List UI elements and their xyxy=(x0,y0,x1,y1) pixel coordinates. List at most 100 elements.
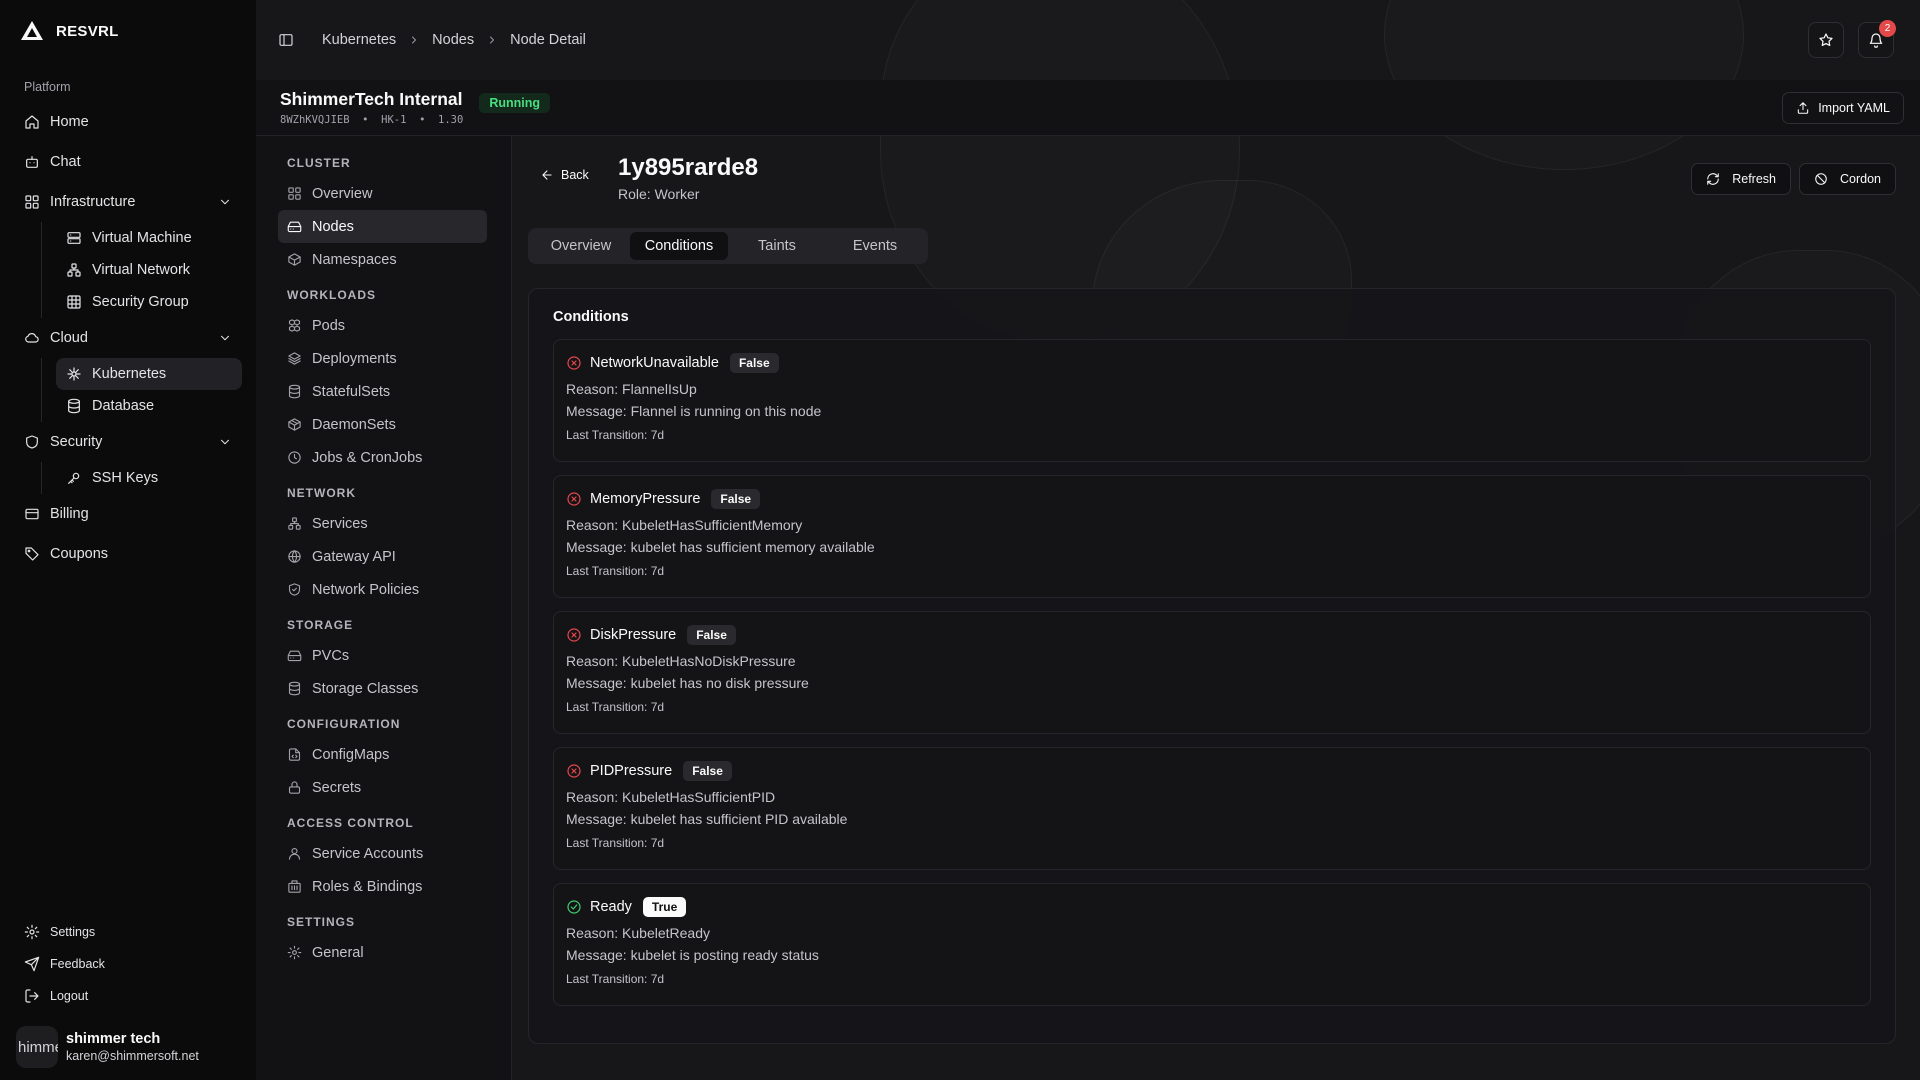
brand-logo-icon xyxy=(21,21,43,40)
sidebar-toggle-icon[interactable] xyxy=(278,32,294,48)
import-yaml-button[interactable]: Import YAML xyxy=(1782,91,1904,124)
tab-events[interactable]: Events xyxy=(826,232,924,260)
nav-item-feedback[interactable]: Feedback xyxy=(14,948,242,980)
nav-item-label: Settings xyxy=(50,925,96,939)
nav-item-cloud[interactable]: Cloud xyxy=(14,318,242,358)
nav-item-settings[interactable]: Settings xyxy=(14,916,242,948)
shield-check-icon xyxy=(288,583,301,596)
condition-message: Message: kubelet has no disk pressure xyxy=(566,675,809,691)
subnav-item-label: Network Policies xyxy=(312,581,420,598)
nav-item-billing[interactable]: Billing xyxy=(14,494,242,534)
subnav-item-deployments[interactable]: Deployments xyxy=(278,342,487,375)
subnav-group-label: WORKLOADS xyxy=(287,288,376,302)
cordon-button[interactable]: Cordon xyxy=(1799,163,1896,195)
section-label-platform: Platform xyxy=(24,80,71,94)
database-icon xyxy=(288,681,301,696)
topbar: Kubernetes Nodes Node Detail 2 xyxy=(256,0,1920,80)
subnav-item-secrets[interactable]: Secrets xyxy=(278,771,487,804)
condition-type: NetworkUnavailable xyxy=(590,355,719,371)
nav-item-security[interactable]: Security xyxy=(14,422,242,462)
node-role: Role: Worker xyxy=(618,186,700,202)
subnav-item-label: Deployments xyxy=(312,350,397,367)
condition-item: PIDPressure False Reason: KubeletHasSuff… xyxy=(553,747,1871,870)
subnav-item-storage-classes[interactable]: Storage Classes xyxy=(278,672,487,705)
condition-reason: Reason: KubeletHasSufficientPID xyxy=(566,789,776,805)
user-name: shimmer tech xyxy=(66,1031,161,1047)
subnav-item-pods[interactable]: Pods xyxy=(278,309,487,342)
nav-item-virtual-network[interactable]: Virtual Network xyxy=(56,254,242,286)
subnav-item-statefulsets[interactable]: StatefulSets xyxy=(278,375,487,408)
nav-item-label: Billing xyxy=(50,506,89,522)
nav-item-virtual-machine[interactable]: Virtual Machine xyxy=(56,222,242,254)
favorite-button[interactable] xyxy=(1808,22,1844,58)
database-icon xyxy=(68,398,80,414)
notification-count-badge: 2 xyxy=(1879,20,1896,37)
condition-header: Ready True xyxy=(566,896,1858,918)
subnav-item-general[interactable]: General xyxy=(278,936,487,969)
cluster-info: ShimmerTech Internal 8WZhKVQJIEB • HK-1 … xyxy=(280,89,463,126)
user-profile[interactable]: himme shimmer tech karen@shimmersoft.net xyxy=(14,1012,242,1068)
tab-overview[interactable]: Overview xyxy=(532,232,630,260)
chevron-down-icon xyxy=(220,335,230,341)
subnav-item-pvcs[interactable]: PVCs xyxy=(278,639,487,672)
tab-taints[interactable]: Taints xyxy=(728,232,826,260)
subnav-item-label: Roles & Bindings xyxy=(312,878,423,895)
subnav-item-label: Overview xyxy=(312,185,373,202)
logout-icon xyxy=(25,989,39,1003)
nav-item-label: Cloud xyxy=(50,330,88,346)
subnav-group-label: ACCESS CONTROL xyxy=(287,816,414,830)
condition-header: MemoryPressure False xyxy=(566,488,1858,510)
nav-item-security-group[interactable]: Security Group xyxy=(56,286,242,318)
condition-transition: Last Transition: 7d xyxy=(566,428,665,442)
subnav-item-label: Jobs & CronJobs xyxy=(312,449,423,466)
nav-item-chat[interactable]: Chat xyxy=(14,142,242,182)
refresh-button[interactable]: Refresh xyxy=(1691,163,1791,195)
nav-item-coupons[interactable]: Coupons xyxy=(14,534,242,574)
tag-icon xyxy=(25,547,39,561)
database-icon xyxy=(288,384,301,399)
subnav-item-namespaces[interactable]: Namespaces xyxy=(278,243,487,276)
topbar-actions: 2 xyxy=(1808,20,1896,58)
nav-item-database[interactable]: Database xyxy=(56,390,242,422)
subnav-item-services[interactable]: Services xyxy=(278,507,487,540)
cloud-icon xyxy=(25,333,39,343)
subnav-item-jobs-cronjobs[interactable]: Jobs & CronJobs xyxy=(278,441,487,474)
breadcrumb-nodes[interactable]: Nodes xyxy=(432,32,474,48)
subnav-item-label: StatefulSets xyxy=(312,383,391,400)
breadcrumb-kubernetes[interactable]: Kubernetes xyxy=(322,32,396,48)
cordon-label: Cordon xyxy=(1840,172,1881,186)
subnav-item-daemonsets[interactable]: DaemonSets xyxy=(278,408,487,441)
back-button[interactable]: Back xyxy=(540,168,589,182)
brand[interactable]: RESVRL xyxy=(0,0,256,62)
credit-card-icon xyxy=(25,508,39,520)
grid-icon xyxy=(25,195,39,209)
nav-item-home[interactable]: Home xyxy=(14,102,242,142)
subnav-item-gateway-api[interactable]: Gateway API xyxy=(278,540,487,573)
clock-icon xyxy=(288,451,301,464)
condition-transition: Last Transition: 7d xyxy=(566,836,665,850)
subnav-item-configmaps[interactable]: ConfigMaps xyxy=(278,738,487,771)
nav-item-logout[interactable]: Logout xyxy=(14,980,242,1012)
chevron-down-icon xyxy=(220,199,230,205)
subnav-item-network-policies[interactable]: Network Policies xyxy=(278,573,487,606)
layout-grid-icon xyxy=(288,187,301,200)
subnav-item-service-accounts[interactable]: Service Accounts xyxy=(278,837,487,870)
notifications-button[interactable]: 2 xyxy=(1858,20,1896,58)
subnav-item-nodes[interactable]: Nodes xyxy=(278,210,487,243)
tab-conditions[interactable]: Conditions xyxy=(630,232,728,260)
cluster-header: ShimmerTech Internal 8WZhKVQJIEB • HK-1 … xyxy=(256,80,1920,136)
x-circle-icon xyxy=(567,628,581,642)
subnav-item-overview[interactable]: Overview xyxy=(278,177,487,210)
condition-item: DiskPressure False Reason: KubeletHasNoD… xyxy=(553,611,1871,734)
nav-item-ssh-keys[interactable]: SSH Keys xyxy=(56,462,242,494)
subnav-item-label: PVCs xyxy=(312,647,350,664)
refresh-icon xyxy=(1707,173,1719,185)
condition-item: Ready True Reason: KubeletReady Message:… xyxy=(553,883,1871,1006)
node-actions: Refresh Cordon xyxy=(1691,163,1896,195)
subnav-item-roles-bindings[interactable]: Roles & Bindings xyxy=(278,870,487,903)
gear-icon xyxy=(24,924,40,940)
nav-item-kubernetes[interactable]: Kubernetes xyxy=(56,358,242,390)
package-icon xyxy=(288,418,301,431)
back-label: Back xyxy=(561,168,589,182)
nav-item-infrastructure[interactable]: Infrastructure xyxy=(14,182,242,222)
